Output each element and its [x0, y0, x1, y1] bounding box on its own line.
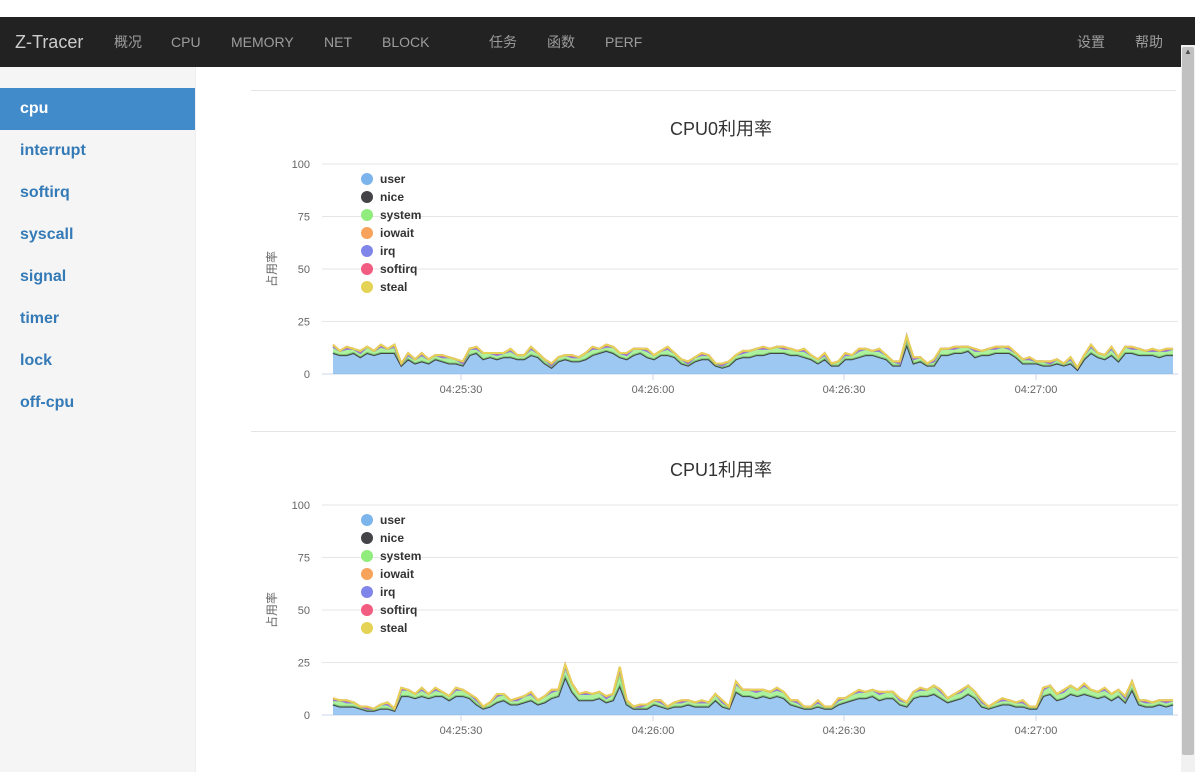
legend-item-irq: irq: [380, 585, 395, 599]
y-tick-label: 75: [298, 212, 310, 224]
legend-marker-softirq: [361, 263, 373, 275]
chart-title: CPU0利用率: [670, 119, 772, 139]
y-tick-label: 100: [292, 500, 310, 512]
nav-settings[interactable]: 设置: [1077, 17, 1105, 67]
nav-functions[interactable]: 函数: [547, 17, 575, 67]
legend-marker-steal: [361, 622, 373, 634]
legend-item-irq: irq: [380, 244, 395, 258]
nav-net[interactable]: NET: [324, 17, 352, 67]
nav-cpu[interactable]: CPU: [171, 17, 201, 67]
legend-marker-user: [361, 514, 373, 526]
brand-logo[interactable]: Z-Tracer: [15, 17, 83, 67]
y-tick-label: 25: [298, 658, 310, 670]
legend-marker-system: [361, 209, 373, 221]
nav-help[interactable]: 帮助: [1135, 17, 1163, 67]
legend-item-user: user: [380, 172, 406, 186]
sidebar-item-off-cpu[interactable]: off-cpu: [0, 382, 195, 424]
y-axis-label: 占用率: [264, 251, 279, 287]
y-tick-label: 75: [298, 553, 310, 565]
y-axis-label: 占用率: [264, 592, 279, 628]
y-tick-label: 50: [298, 264, 310, 276]
y-tick-label: 100: [292, 159, 310, 171]
legend-marker-nice: [361, 191, 373, 203]
scrollbar-thumb[interactable]: [1182, 47, 1194, 755]
legend-item-iowait: iowait: [380, 567, 414, 581]
legend-marker-iowait: [361, 568, 373, 580]
legend-item-softirq: softirq: [380, 603, 417, 617]
legend-marker-user: [361, 173, 373, 185]
sidebar-item-lock[interactable]: lock: [0, 340, 195, 382]
chart-title: CPU1利用率: [670, 460, 772, 480]
sidebar-item-interrupt[interactable]: interrupt: [0, 130, 195, 172]
legend-item-nice: nice: [380, 531, 404, 545]
x-tick-label: 04:27:00: [1015, 384, 1058, 396]
legend-marker-irq: [361, 245, 373, 257]
y-tick-label: 25: [298, 317, 310, 329]
legend-item-steal: steal: [380, 280, 407, 294]
legend-marker-steal: [361, 281, 373, 293]
x-tick-label: 04:26:30: [823, 725, 866, 737]
sidebar-item-timer[interactable]: timer: [0, 298, 195, 340]
y-tick-label: 0: [304, 710, 310, 722]
nav-block[interactable]: BLOCK: [382, 17, 429, 67]
cpu0-utilization-chart: CPU0利用率占用率 0 25 50 75 100 04:25:30 04:26:00 04:2…: [264, 119, 1178, 396]
legend-marker-iowait: [361, 227, 373, 239]
window-top-strip: [0, 0, 1195, 17]
x-tick-label: 04:25:30: [440, 725, 483, 737]
nav-tasks[interactable]: 任务: [489, 17, 517, 67]
x-tick-label: 04:26:30: [823, 384, 866, 396]
legend-item-iowait: iowait: [380, 226, 414, 240]
cpu1-utilization-chart: CPU1利用率占用率 0 25 50 75 100 04:25:30 04:26:00 04:2…: [264, 460, 1178, 737]
scroll-up-arrow-icon[interactable]: ▲: [1181, 45, 1195, 59]
sidebar-item-syscall[interactable]: syscall: [0, 214, 195, 256]
sidebar-item-signal[interactable]: signal: [0, 256, 195, 298]
x-tick-label: 04:27:00: [1015, 725, 1058, 737]
legend-item-system: system: [380, 549, 421, 563]
legend-item-nice: nice: [380, 190, 404, 204]
legend-item-steal: steal: [380, 621, 407, 635]
x-tick-label: 04:26:00: [632, 725, 675, 737]
top-navbar: Z-Tracer 概况 CPU MEMORY NET BLOCK 任务 函数 P…: [0, 17, 1195, 67]
divider: [251, 90, 1176, 91]
y-tick-label: 0: [304, 369, 310, 381]
y-tick-label: 50: [298, 605, 310, 617]
legend-marker-irq: [361, 586, 373, 598]
sidebar-item-cpu[interactable]: cpu: [0, 88, 195, 130]
divider: [251, 431, 1176, 432]
legend-item-softirq: softirq: [380, 262, 417, 276]
x-tick-label: 04:25:30: [440, 384, 483, 396]
x-tick-label: 04:26:00: [632, 384, 675, 396]
legend-marker-nice: [361, 532, 373, 544]
nav-perf[interactable]: PERF: [605, 17, 642, 67]
sidebar: cpu interrupt softirq syscall signal tim…: [0, 67, 196, 772]
sidebar-item-softirq[interactable]: softirq: [0, 172, 195, 214]
nav-overview[interactable]: 概况: [114, 17, 142, 67]
legend-marker-system: [361, 550, 373, 562]
legend-item-user: user: [380, 513, 406, 527]
legend-marker-softirq: [361, 604, 373, 616]
nav-memory[interactable]: MEMORY: [231, 17, 294, 67]
legend-item-system: system: [380, 208, 421, 222]
